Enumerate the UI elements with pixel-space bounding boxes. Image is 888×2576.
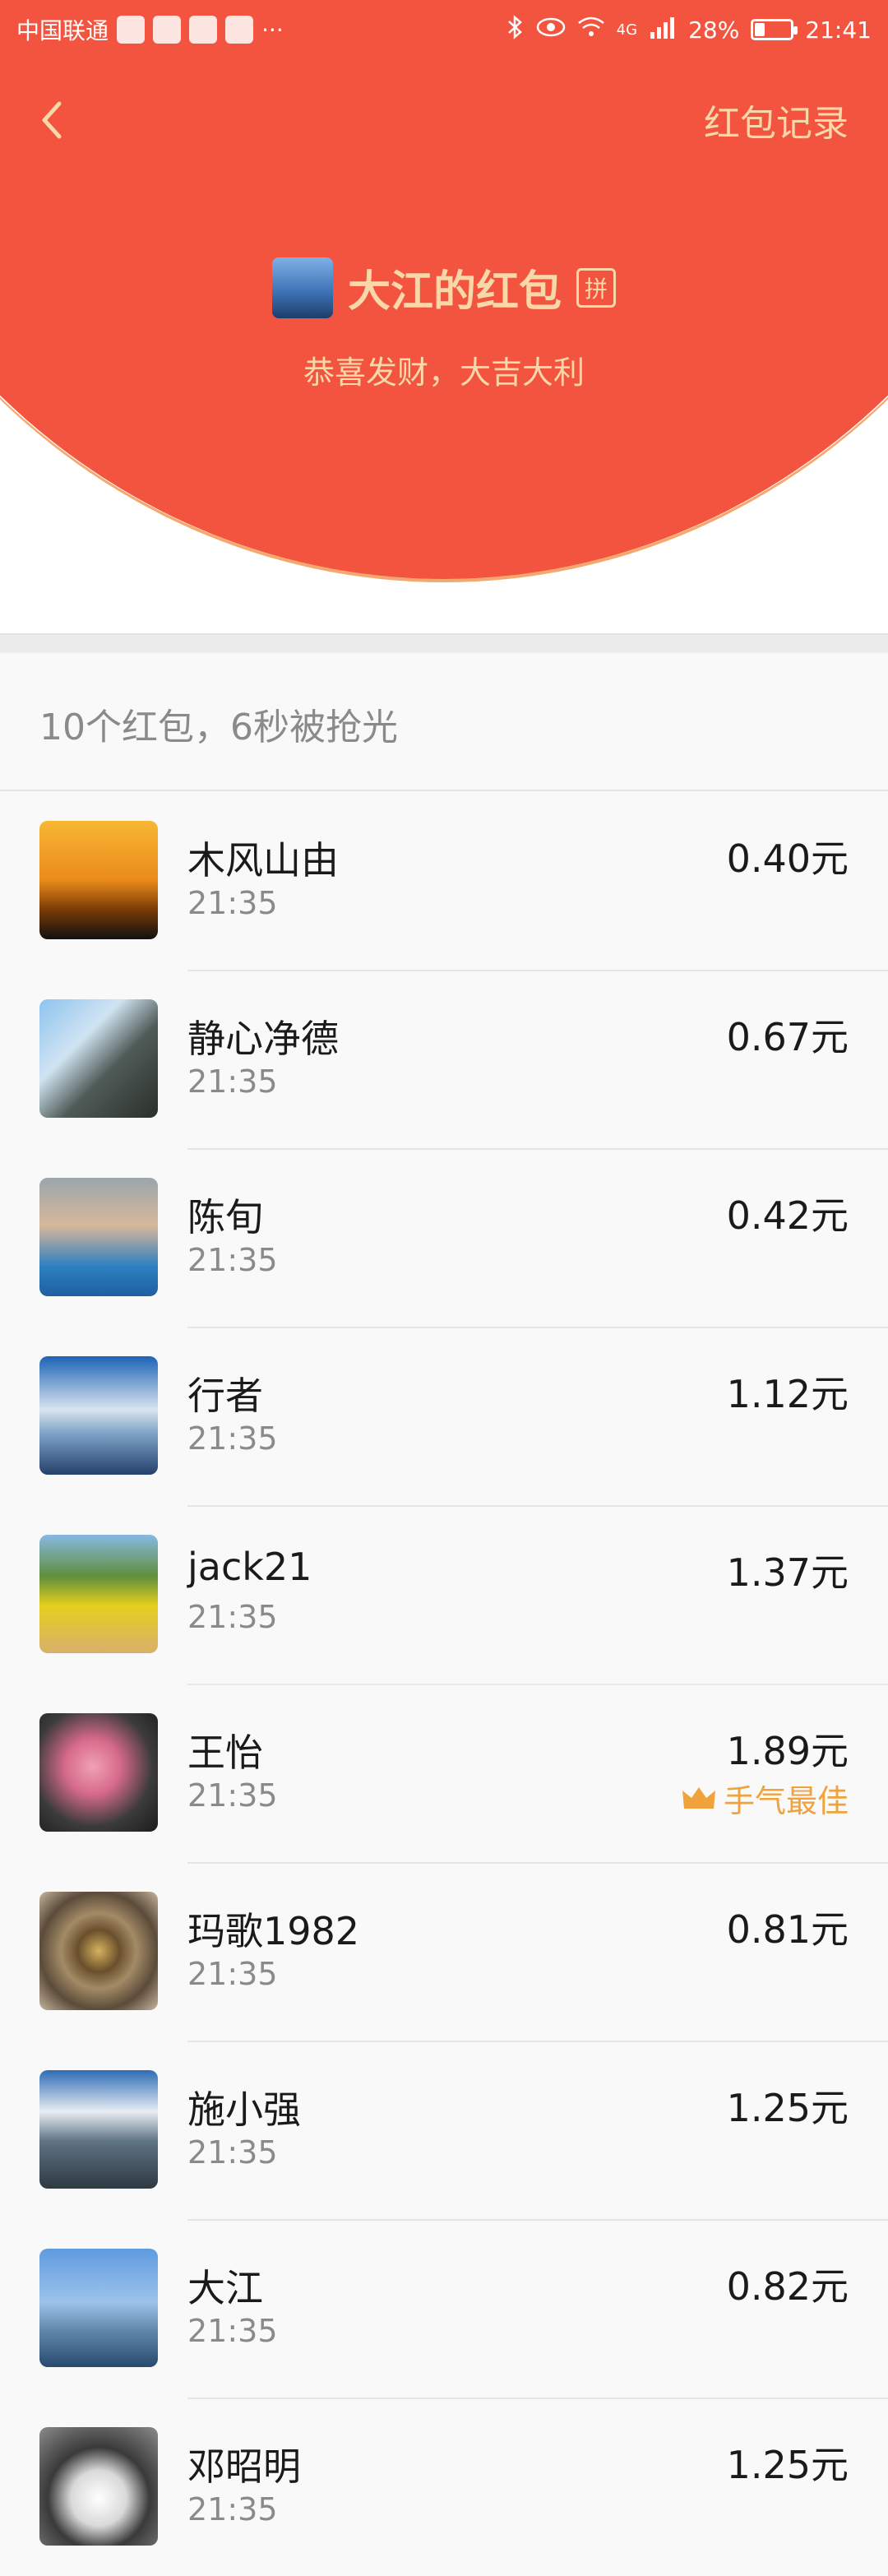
avatar[interactable] [39,1535,158,1653]
claim-time: 21:35 [187,1242,278,1278]
avatar[interactable] [39,2427,158,2546]
app-notification-icon [117,16,146,44]
sender-name: 大江的红包 [347,267,562,317]
status-bar: 中国联通 ··· 4G 28% 21:41 [0,0,888,59]
claim-amount: 1.25元 [726,2443,849,2487]
list-item[interactable]: 施小强 21:35 1.25元 [0,2042,888,2221]
claim-amount: 0.40元 [726,836,849,881]
chevron-left-icon [42,101,62,139]
avatar[interactable] [39,2249,158,2367]
list-item[interactable]: 邓昭明 21:35 1.25元 [0,2399,888,2576]
claim-amount: 1.12元 [726,1372,849,1416]
claim-amount: 1.37元 [726,1550,849,1595]
carrier-label: 中国联通 [16,17,109,44]
bluetooth-icon [506,14,525,45]
claim-time: 21:35 [187,1956,278,1992]
sender-avatar[interactable] [271,257,333,318]
claim-time: 21:35 [187,885,278,921]
list-item[interactable]: 陈旬 21:35 0.42元 [0,1150,888,1328]
best-luck-badge: 手气最佳 [681,1776,849,1821]
claim-amount: 0.81元 [726,1907,849,1952]
red-packet-detail-page: 中国联通 ··· 4G 28% 21:41 红包记录 大江的红包 拼 恭喜发财，… [0,0,888,2576]
claimer-name: 陈旬 [187,1195,263,1239]
list-item[interactable]: jack21 21:35 1.37元 [0,1507,888,1685]
list-item[interactable]: 王怡 21:35 1.89元 手气最佳 [0,1685,888,1864]
summary-row: 10个红包，6秒被抢光 [0,655,888,791]
battery-icon [751,19,798,40]
section-divider [0,633,888,653]
summary-text: 10个红包，6秒被抢光 [39,707,398,748]
claim-time: 21:35 [187,2134,278,2171]
claim-amount: 0.82元 [726,2264,849,2309]
claim-time: 21:35 [187,1063,278,1100]
claim-list: 木风山由 21:35 0.40元 静心净德 21:35 0.67元 陈旬 21:… [0,793,888,2576]
avatar[interactable] [39,1178,158,1296]
claim-amount: 0.67元 [726,1015,849,1059]
list-item[interactable]: 木风山由 21:35 0.40元 [0,793,888,971]
claimer-name: jack21 [187,1545,312,1589]
best-luck-label: 手气最佳 [723,1783,849,1819]
network-type-label: 4G [616,21,638,39]
avatar[interactable] [39,1892,158,2010]
group-packet-badge: 拼 [576,267,616,308]
eye-icon [536,16,566,44]
greeting-message: 恭喜发财，大吉大利 [303,354,585,391]
clock: 21:41 [805,16,872,44]
avatar[interactable] [39,1713,158,1832]
claim-time: 21:35 [187,1420,278,1457]
avatar[interactable] [39,2070,158,2189]
claimer-name: 邓昭明 [187,2444,301,2489]
claim-time: 21:35 [187,2313,278,2349]
claim-time: 21:35 [187,1777,278,1814]
more-notifications: ··· [261,16,284,44]
avatar[interactable] [39,1356,158,1475]
claimer-name: 行者 [187,1374,263,1418]
list-item[interactable]: 行者 21:35 1.12元 [0,1328,888,1507]
claimer-name: 大江 [187,2266,263,2310]
sender-info: 大江的红包 拼 [0,257,888,318]
claimer-name: 王怡 [187,1730,263,1775]
red-packet-records-link[interactable]: 红包记录 [704,94,849,146]
list-item[interactable]: 大江 21:35 0.82元 [0,2221,888,2399]
app-notification-icon [189,16,218,44]
crown-icon [682,1786,715,1809]
top-bar: 红包记录 [0,82,888,156]
claimer-name: 玛歌1982 [187,1909,360,1953]
claim-time: 21:35 [187,1599,278,1635]
claimer-name: 木风山由 [187,838,339,883]
claimer-name: 静心净德 [187,1017,339,1061]
app-notification-icon [153,16,182,44]
back-button[interactable] [30,95,79,145]
battery-percent: 28% [688,16,740,44]
list-item[interactable]: 玛歌1982 21:35 0.81元 [0,1864,888,2042]
app-notification-icon [225,16,254,44]
claim-amount: 0.42元 [726,1193,849,1238]
avatar[interactable] [39,999,158,1118]
list-item[interactable]: 静心净德 21:35 0.67元 [0,971,888,1150]
claim-amount: 1.89元 [726,1729,849,1773]
signal-icon [649,16,677,44]
wifi-icon [577,16,605,44]
claim-amount: 1.25元 [726,2086,849,2130]
claim-time: 21:35 [187,2491,278,2527]
avatar[interactable] [39,821,158,939]
claimer-name: 施小强 [187,2087,301,2132]
